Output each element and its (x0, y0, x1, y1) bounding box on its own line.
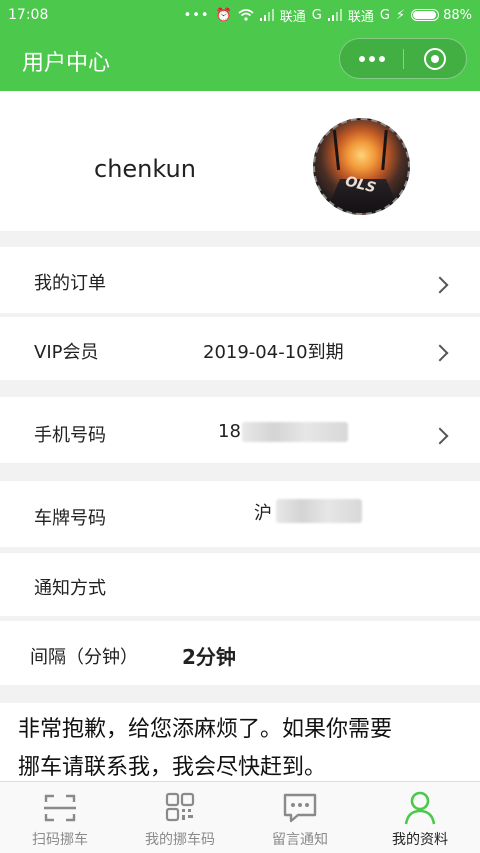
status-icons: ••• ⏰ 联通 G 联通 G ⚡ 88% (184, 6, 472, 25)
phone-value: 18 (218, 421, 241, 442)
tab-label: 留言通知 (272, 832, 328, 848)
row-plate[interactable]: 车牌号码 沪 (0, 481, 480, 547)
avatar[interactable]: OLS (313, 118, 410, 215)
qrcode-icon (165, 792, 195, 822)
charging-icon: ⚡ (395, 7, 406, 23)
vip-expiry: 2019-04-10到期 (203, 342, 344, 363)
signal-icon-2 (327, 9, 342, 21)
interval-value: 2分钟 (182, 645, 236, 669)
row-vip[interactable]: VIP会员 2019-04-10到期 (0, 317, 480, 380)
tab-label: 我的资料 (392, 832, 448, 848)
tab-scan[interactable]: 扫码挪车 (0, 782, 120, 853)
tab-my-profile[interactable]: 我的资料 (360, 782, 480, 853)
network-1: G (311, 7, 322, 23)
status-time: 17:08 (8, 7, 49, 23)
more-dots-icon (358, 55, 365, 62)
message-line-1: 非常抱歉，给您添麻烦了。如果你需要 (18, 717, 393, 742)
network-2: G (379, 7, 390, 23)
chevron-right-icon (431, 344, 449, 362)
battery-icon (411, 9, 440, 21)
tab-label: 扫码挪车 (32, 832, 88, 848)
signal-icon (259, 9, 274, 21)
alarm-icon: ⏰ (215, 7, 232, 23)
plate-redacted (276, 499, 362, 523)
wifi-icon (238, 9, 254, 21)
row-label-plate: 车牌号码 (34, 508, 106, 529)
status-bar: 17:08 ••• ⏰ 联通 G 联通 G ⚡ 88% (0, 0, 480, 30)
tab-my-code[interactable]: 我的挪车码 (120, 782, 240, 853)
row-label-interval: 间隔（分钟） (30, 647, 138, 668)
battery-percent: 88% (443, 7, 472, 23)
carrier-2: 联通 (347, 9, 374, 25)
username: chenkun (94, 155, 196, 183)
row-label-vip: VIP会员 (34, 342, 99, 363)
row-phone[interactable]: 手机号码 18 (0, 397, 480, 463)
chevron-right-icon (431, 427, 449, 445)
tab-bar: 扫码挪车 我的挪车码 留言通知 我的资料 (0, 781, 480, 853)
nav-bar: 用户中心 (0, 30, 480, 91)
apology-message: 非常抱歉，给您添麻烦了。如果你需要 挪车请联系我，我会尽快赶到。 (0, 703, 480, 783)
page-title: 用户中心 (22, 51, 111, 76)
row-label-phone: 手机号码 (34, 425, 106, 446)
row-label-orders: 我的订单 (34, 273, 106, 294)
row-notify[interactable]: 通知方式 (0, 553, 480, 616)
chevron-right-icon (431, 276, 449, 294)
chat-bubble-icon (283, 793, 317, 823)
dots-icon: ••• (183, 7, 210, 23)
close-button[interactable] (404, 39, 466, 78)
battery: 88% (411, 8, 472, 23)
row-my-orders[interactable]: 我的订单 (0, 247, 480, 313)
profile-header: chenkun OLS (0, 91, 480, 231)
plate-value: 沪 (254, 503, 272, 524)
row-label-notify: 通知方式 (34, 578, 106, 599)
more-button[interactable] (340, 39, 403, 78)
tab-label: 我的挪车码 (145, 832, 215, 848)
tab-messages[interactable]: 留言通知 (240, 782, 360, 853)
target-circle-icon (424, 47, 446, 70)
phone-redacted (242, 422, 348, 442)
scan-icon (44, 794, 76, 822)
capsule-menu (339, 38, 467, 79)
carrier-1: 联通 (279, 9, 306, 25)
user-icon (404, 791, 436, 825)
row-interval[interactable]: 间隔（分钟） 2分钟 (0, 621, 480, 685)
